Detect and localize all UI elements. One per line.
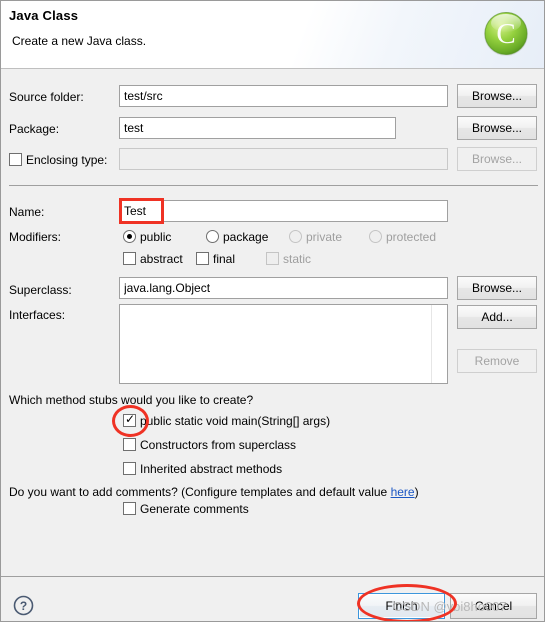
interfaces-scrollbar[interactable] (431, 305, 447, 383)
interfaces-label: Interfaces: (9, 308, 66, 322)
package-label: Package: (9, 122, 60, 136)
stub-checkbox-inherited[interactable] (123, 462, 136, 475)
modifier-label-static: static (283, 252, 312, 266)
modifier-radio-package[interactable] (206, 230, 219, 243)
stub-label-main: public static void main(String[] args) (140, 414, 331, 428)
enclosing-type-browse-button: Browse... (457, 147, 537, 171)
dialog-header: Java Class Create a new Java class. C (1, 1, 544, 69)
source-folder-input[interactable] (119, 85, 448, 107)
name-input[interactable] (119, 200, 448, 222)
enclosing-type-checkbox[interactable] (9, 153, 22, 166)
interfaces-remove-button: Remove (457, 349, 537, 373)
superclass-browse-button[interactable]: Browse... (457, 276, 537, 300)
page-title: Java Class (9, 8, 79, 23)
modifier-radio-protected (369, 230, 382, 243)
stub-checkbox-main[interactable]: ✓ (123, 412, 136, 427)
modifier-label-public: public (140, 230, 172, 244)
cancel-button[interactable]: Cancel (450, 593, 537, 619)
separator-footer (1, 576, 544, 577)
modifier-checkbox-static (266, 252, 279, 265)
name-label: Name: (9, 205, 45, 219)
comments-question-text: Do you want to add comments? (Configure … (9, 485, 391, 499)
comments-question-tail: ) (414, 485, 419, 499)
modifiers-label: Modifiers: (9, 230, 62, 244)
modifier-checkbox-abstract[interactable] (123, 252, 136, 265)
finish-button[interactable]: Finish (358, 593, 445, 619)
modifier-label-abstract: abstract (140, 252, 183, 266)
stub-checkbox-constructors[interactable] (123, 438, 136, 451)
modifier-label-package: package (223, 230, 269, 244)
method-stubs-question: Which method stubs would you like to cre… (9, 393, 254, 407)
configure-templates-link[interactable]: here (391, 485, 415, 499)
radio-dot (127, 234, 132, 239)
java-class-green-c-icon: C (481, 9, 531, 59)
generate-comments-label: Generate comments (140, 502, 249, 516)
modifier-label-final: final (213, 252, 236, 266)
stub-label-constructors: Constructors from superclass (140, 438, 297, 452)
page-subtitle: Create a new Java class. (12, 34, 147, 48)
modifier-label-private: private (306, 230, 343, 244)
modifier-radio-public[interactable] (123, 230, 136, 243)
svg-text:C: C (496, 18, 515, 50)
package-browse-button[interactable]: Browse... (457, 116, 537, 140)
generate-comments-checkbox[interactable] (123, 502, 136, 515)
svg-text:?: ? (20, 599, 27, 613)
new-java-class-dialog: Java Class Create a new Java class. C So… (0, 0, 545, 622)
stub-label-inherited: Inherited abstract methods (140, 462, 283, 476)
enclosing-type-label: Enclosing type: (26, 153, 108, 167)
separator-top (9, 185, 538, 186)
comments-question: Do you want to add comments? (Configure … (9, 485, 419, 499)
source-folder-label: Source folder: (9, 90, 84, 104)
modifier-checkbox-final[interactable] (196, 252, 209, 265)
superclass-input[interactable] (119, 277, 448, 299)
superclass-label: Superclass: (9, 283, 72, 297)
help-question-icon[interactable]: ? (13, 595, 34, 616)
interfaces-add-button[interactable]: Add... (457, 305, 537, 329)
source-folder-browse-button[interactable]: Browse... (457, 84, 537, 108)
enclosing-type-input (119, 148, 448, 170)
modifier-label-protected: protected (386, 230, 437, 244)
package-input[interactable] (119, 117, 396, 139)
modifier-radio-private (289, 230, 302, 243)
check-tick-icon: ✓ (125, 412, 136, 426)
interfaces-listbox[interactable] (119, 304, 448, 384)
